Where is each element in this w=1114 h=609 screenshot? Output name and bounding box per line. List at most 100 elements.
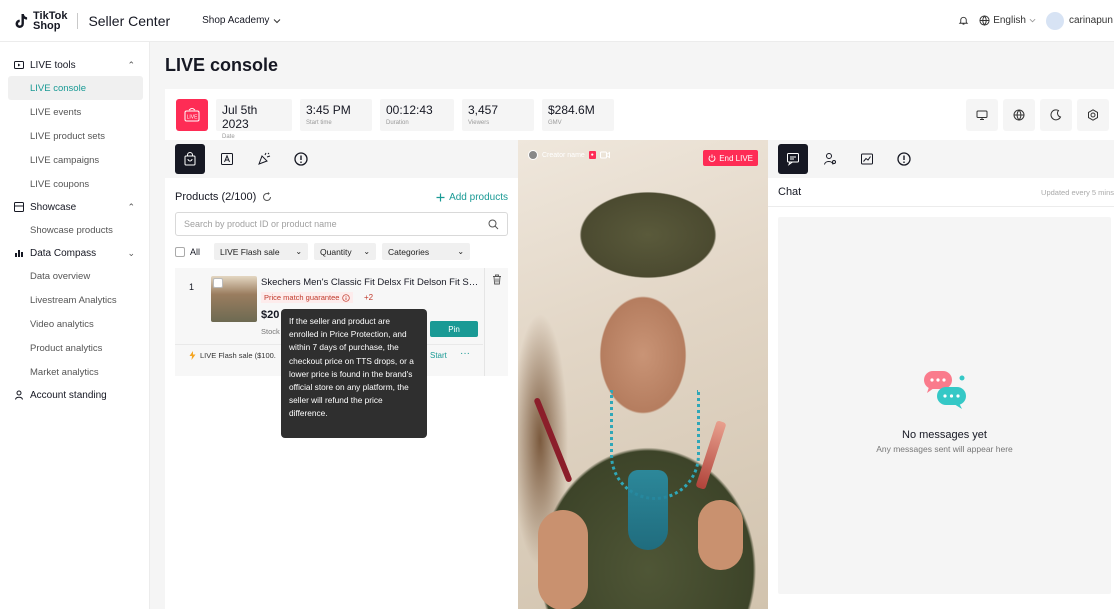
camera-icon[interactable] [599, 151, 610, 159]
shop-academy-menu[interactable]: Shop Academy [202, 15, 281, 26]
sidebar-group-label: Data Compass [30, 247, 97, 259]
tab-chat[interactable] [778, 144, 808, 174]
globe-button[interactable] [1003, 99, 1035, 131]
sidebar-item-live-product-sets[interactable]: LIVE product sets [0, 124, 149, 148]
flash-sale-label: LIVE Flash sale ($100. [200, 351, 276, 360]
stat-viewers-value: 3,457 [468, 103, 499, 117]
price-match-tooltip: If the seller and product are enrolled i… [281, 309, 427, 438]
sidebar-item-product-analytics[interactable]: Product analytics [0, 336, 149, 360]
shopping-bag-icon [184, 152, 196, 166]
gear-icon [1088, 109, 1098, 121]
select-all[interactable]: All [175, 246, 201, 257]
end-live-label: End LIVE [719, 153, 753, 163]
sidebar-group-account-standing[interactable]: Account standing [0, 384, 149, 406]
select-all-label: All [190, 246, 201, 257]
alert-icon [897, 152, 911, 166]
text-icon [221, 153, 233, 165]
filter-live-flash-sale[interactable]: LIVE Flash sale ⌄ [214, 243, 309, 260]
stat-viewers-label: Viewers [468, 120, 490, 126]
product-filters: All LIVE Flash sale ⌄ Quantity ⌄ Categor… [175, 243, 508, 260]
chevron-up-icon: ⌃ [127, 59, 135, 70]
sidebar: LIVE tools ⌃ LIVE console LIVE events LI… [0, 42, 150, 609]
stat-duration-value: 00:12:43 [386, 103, 433, 117]
delete-product-button[interactable] [484, 268, 508, 376]
sidebar-item-live-coupons[interactable]: LIVE coupons [0, 172, 149, 196]
tassel [628, 470, 668, 550]
sidebar-item-data-overview[interactable]: Data overview [0, 264, 149, 288]
sidebar-group-data-compass[interactable]: Data Compass ⌄ [0, 242, 149, 264]
page-title: LIVE console [165, 55, 279, 75]
tiktok-shop-logo[interactable]: TikTok Shop [12, 10, 67, 32]
stat-start-time: 3:45 PM Start time [300, 99, 372, 131]
tab-promotions[interactable] [249, 144, 279, 174]
sidebar-group-showcase[interactable]: Showcase ⌃ [0, 196, 149, 218]
sidebar-item-live-campaigns[interactable]: LIVE campaigns [0, 148, 149, 172]
empty-chat-subtitle: Any messages sent will appear here [876, 444, 1013, 454]
hand-right [698, 500, 743, 570]
creator-name: Creator name [542, 151, 585, 159]
showcase-icon [14, 202, 24, 212]
sidebar-item-live-events[interactable]: LIVE events [0, 100, 149, 124]
info-icon[interactable] [342, 293, 351, 302]
chevron-down-icon: ⌄ [295, 247, 303, 256]
search-icon[interactable] [488, 219, 499, 230]
add-products-button[interactable]: Add products [436, 192, 508, 203]
sidebar-item-market-analytics[interactable]: Market analytics [0, 360, 149, 384]
product-checkbox[interactable] [213, 278, 223, 288]
user-menu[interactable]: carinapun [1046, 11, 1114, 30]
chevron-down-icon [274, 18, 281, 23]
more-options-button[interactable]: ··· [460, 348, 470, 359]
product-title: Skechers Men's Classic Fit Delsx Fit Del… [261, 277, 479, 288]
sidebar-group-label: LIVE tools [30, 59, 76, 71]
bell-icon[interactable] [958, 15, 969, 26]
chevron-down-icon: ⌄ [127, 247, 135, 258]
live-stats-bar: LIVE Jul 5th 2023 Date 3:45 PM Start tim… [165, 89, 1114, 141]
start-flash-sale-button[interactable]: Start [430, 351, 447, 360]
filter-categories[interactable]: Categories ⌄ [382, 243, 471, 260]
moon-icon [1050, 109, 1062, 121]
tab-products[interactable] [175, 144, 205, 174]
monitor-button[interactable] [966, 99, 998, 131]
filter-label: Quantity [320, 246, 352, 257]
sidebar-item-video-analytics[interactable]: Video analytics [0, 312, 149, 336]
logo-divider [77, 12, 79, 29]
refresh-icon[interactable] [262, 192, 272, 202]
add-products-label: Add products [449, 191, 508, 203]
more-tags-count[interactable]: +2 [364, 293, 373, 302]
makeup-brush [533, 397, 573, 483]
tab-analytics[interactable] [852, 144, 882, 174]
live-indicator: ● [588, 151, 596, 159]
sidebar-group-live-tools[interactable]: LIVE tools ⌃ [0, 54, 149, 76]
product-search-input[interactable] [184, 219, 488, 229]
settings-button[interactable] [1077, 99, 1109, 131]
flash-sale-info: LIVE Flash sale ($100. [189, 351, 276, 360]
shop-academy-label: Shop Academy [202, 15, 270, 26]
tab-text[interactable] [212, 144, 242, 174]
sidebar-item-showcase-products[interactable]: Showcase products [0, 218, 149, 242]
person-icon [15, 390, 23, 400]
dark-mode-button[interactable] [1040, 99, 1072, 131]
stat-date-value: Jul 5th 2023 [222, 103, 258, 131]
tab-alerts[interactable] [286, 144, 316, 174]
products-title: Products (2/100) [175, 191, 257, 203]
sidebar-group-label: Account standing [30, 389, 107, 401]
plus-icon [436, 193, 445, 201]
avatar [1046, 11, 1064, 30]
tab-alerts[interactable] [889, 144, 919, 174]
live-status-badge: LIVE [176, 99, 208, 131]
language-selector[interactable]: English [979, 15, 1036, 26]
empty-chat-title: No messages yet [902, 429, 987, 441]
select-all-checkbox[interactable] [175, 246, 185, 257]
sidebar-item-live-console[interactable]: LIVE console [8, 76, 143, 100]
tab-viewers[interactable] [815, 144, 845, 174]
live-video-preview: Creator name ● End LIVE [518, 140, 768, 609]
logo-text-shop: Shop [33, 19, 61, 32]
filter-quantity[interactable]: Quantity ⌄ [314, 243, 377, 260]
stat-gmv: $284.6M GMV [542, 99, 614, 131]
price-match-tag: Price match guarantee [261, 292, 354, 303]
price-match-label: Price match guarantee [264, 293, 340, 302]
stat-start-time-label: Start time [306, 120, 332, 126]
sidebar-item-livestream-analytics[interactable]: Livestream Analytics [0, 288, 149, 312]
end-live-button[interactable]: End LIVE [703, 150, 758, 166]
pin-button[interactable]: Pin [430, 321, 478, 337]
